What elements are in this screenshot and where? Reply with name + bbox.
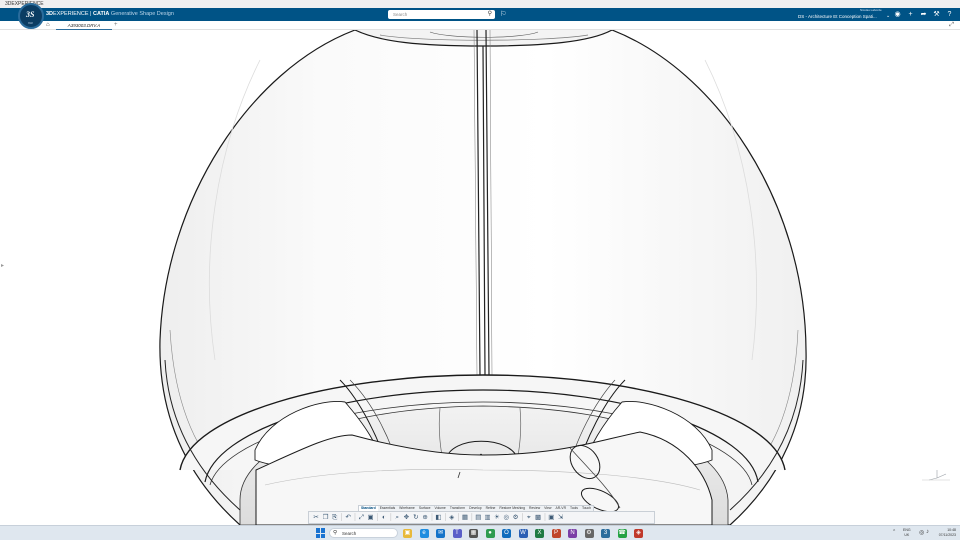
toolbar-separator: │ xyxy=(456,514,461,521)
cube-icon[interactable]: ▦ xyxy=(461,513,469,522)
word-icon[interactable]: W xyxy=(518,529,528,538)
search-placeholder: Search xyxy=(393,12,408,17)
compass-icon[interactable]: ⌖ xyxy=(525,513,533,522)
toolbar-separator: │ xyxy=(520,514,525,521)
teams-icon[interactable]: T xyxy=(452,529,462,538)
undo-icon[interactable]: ↶ xyxy=(344,513,352,522)
tray-chevron-icon[interactable]: ⌃ xyxy=(892,529,896,535)
render-style-icon[interactable]: ◈ xyxy=(448,513,456,522)
compass-triad-icon xyxy=(922,470,950,481)
search-icon: ⚲ xyxy=(333,530,338,536)
3dx-app-icon[interactable]: 3 xyxy=(601,529,610,538)
toolbar-separator: │ xyxy=(353,514,358,521)
sphere-model[interactable] xyxy=(0,30,960,525)
home-icon[interactable]: ⌂ xyxy=(46,21,50,30)
hide-show-icon[interactable]: ◐ xyxy=(380,513,388,522)
copy-icon[interactable]: ❐ xyxy=(321,513,329,522)
avatar[interactable]: ◉ xyxy=(893,10,902,19)
share-icon[interactable]: ➦ xyxy=(919,10,928,19)
add-tab-icon[interactable]: + xyxy=(114,21,118,30)
app-name: Generative Shape Design xyxy=(109,11,174,17)
os-window-title: 3DEXPERIENCE xyxy=(0,0,960,8)
store-icon[interactable]: ▦ xyxy=(469,529,478,538)
wifi-icon[interactable]: ◎ xyxy=(919,529,924,536)
excel-icon[interactable]: X xyxy=(535,529,544,538)
search-icon[interactable]: ⚲ xyxy=(488,11,492,18)
compass-version: V.R xyxy=(28,21,33,25)
toolbar-separator: │ xyxy=(543,514,548,521)
paste-icon[interactable]: ⎘ xyxy=(331,513,339,522)
tag-icon[interactable]: ⚐ xyxy=(500,9,506,20)
collab-space-selector[interactable]: DS - Architecture Et Conception Spati... xyxy=(798,12,877,21)
brand-rest: EXPERIENCE xyxy=(53,11,89,17)
gear-icon[interactable]: ⚙ xyxy=(511,513,519,522)
clock-date: 07/11/2023 xyxy=(938,533,956,537)
tools-icon[interactable]: ⚒ xyxy=(932,10,941,19)
rotate-icon[interactable]: ↻ xyxy=(412,513,420,522)
app-name-bold: CATIA xyxy=(93,11,110,17)
action-bar: ✂ ❐ ⎘ │ ↶ │ ⤢ ▣ │ ◐ │ ⌕ ✥ ↻ ⊕ │ ◧ │ ◈ │ ▦ │ ▤ ▥ ☀ ◎ ⚙ │ ⌖ ▩ │ ▣ ⇲ xyxy=(308,511,655,524)
maximize-icon[interactable]: ⤢ xyxy=(949,21,954,30)
mail-icon[interactable]: ✉ xyxy=(436,529,445,538)
pan-icon[interactable]: ✥ xyxy=(402,513,410,522)
toolbar-separator: │ xyxy=(375,514,380,521)
windows-taskbar: ⚲ Search ▣ e ✉ T ▦ ● O W X P N ⚙ 3 ☎ ◈ ⌃ ENG UK ◎ ♪ 10… xyxy=(0,525,960,540)
add-icon[interactable]: + xyxy=(906,10,915,19)
whatsapp-icon[interactable]: ☎ xyxy=(617,529,627,538)
volume-icon[interactable]: ♪ xyxy=(926,529,929,535)
toolbar-separator: │ xyxy=(339,514,344,521)
section-icon[interactable]: ▩ xyxy=(534,513,542,522)
3d-viewport[interactable]: ▸ xyxy=(0,30,960,525)
normal-view-icon[interactable]: ▣ xyxy=(366,513,374,522)
taskbar-search-input[interactable]: ⚲ Search xyxy=(329,528,398,538)
taskbar-search-label: Search xyxy=(342,531,357,536)
app-top-bar: 3DEXPERIENCE | CATIA Generative Shape De… xyxy=(0,8,960,21)
toolbar-separator: │ xyxy=(389,514,394,521)
language-region: UK xyxy=(904,533,910,537)
zoom-area-icon[interactable]: ⌕ xyxy=(393,513,401,522)
3ds-logo-icon: 3S xyxy=(26,10,35,19)
onenote-icon[interactable]: N xyxy=(568,529,577,538)
orbit-icon[interactable]: ◎ xyxy=(502,513,510,522)
zoom-fit-icon[interactable]: ⤢ xyxy=(357,513,365,522)
display-icon[interactable]: ▤ xyxy=(474,513,482,522)
brand-bold: 3D xyxy=(46,11,54,17)
help-icon[interactable]: ? xyxy=(945,10,954,19)
powerpoint-icon[interactable]: P xyxy=(551,529,561,538)
side-panel-handle-icon[interactable]: ▸ xyxy=(1,262,4,269)
toolbar-separator: │ xyxy=(430,514,435,521)
clock[interactable]: 10:48 07/11/2023 xyxy=(930,528,956,538)
capture-icon[interactable]: ▣ xyxy=(547,513,555,522)
view-mode-icon[interactable]: ◧ xyxy=(434,513,442,522)
file-explorer-icon[interactable]: ▣ xyxy=(403,529,412,538)
search-input[interactable]: Search ⚲ xyxy=(388,10,495,19)
compass-button[interactable]: 3S V.R xyxy=(18,3,44,29)
tab-row: ⌂ A393003.DRV.A + ⤢ xyxy=(0,21,960,30)
chrome-icon[interactable]: ● xyxy=(485,529,495,538)
layer-icon[interactable]: ▥ xyxy=(483,513,491,522)
catia-app-icon[interactable]: ◈ xyxy=(634,529,643,538)
export-icon[interactable]: ⇲ xyxy=(557,513,565,522)
edge-icon[interactable]: e xyxy=(419,529,429,538)
lamp-icon[interactable]: ☀ xyxy=(493,513,501,522)
language-indicator[interactable]: ENG UK xyxy=(903,528,911,538)
cut-icon[interactable]: ✂ xyxy=(312,513,320,522)
tab-document[interactable]: A393003.DRV.A xyxy=(56,21,112,30)
settings-icon[interactable]: ⚙ xyxy=(584,529,594,538)
app-title: 3DEXPERIENCE | CATIA Generative Shape De… xyxy=(46,10,174,19)
toolbar-separator: │ xyxy=(470,514,475,521)
windows-start-icon[interactable] xyxy=(316,528,326,538)
toolbar-separator: │ xyxy=(443,514,448,521)
zoom-icon[interactable]: ⊕ xyxy=(421,513,429,522)
chevron-down-icon[interactable]: ⌄ xyxy=(886,12,890,21)
outlook-icon[interactable]: O xyxy=(502,529,511,538)
